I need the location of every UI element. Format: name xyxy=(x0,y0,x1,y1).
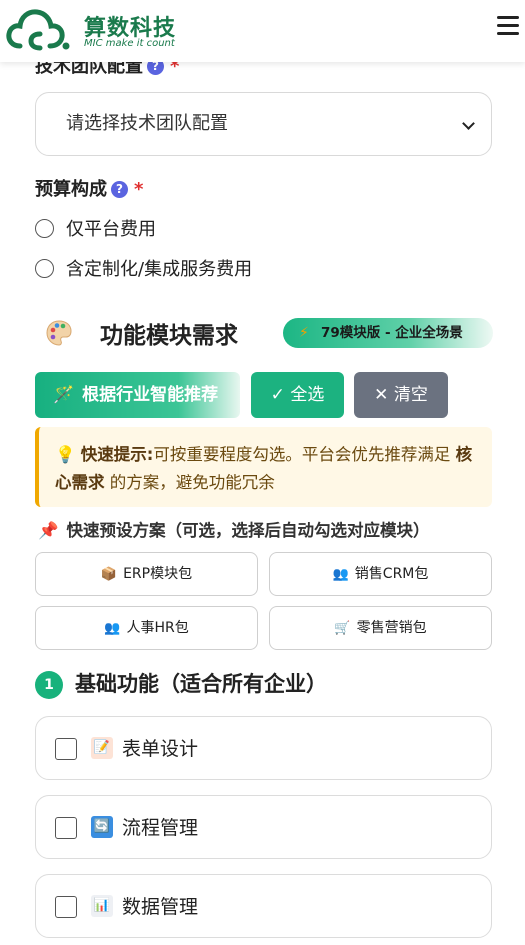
tech-team-select[interactable]: 请选择技术团队配置 xyxy=(35,92,492,156)
chevron-down-icon xyxy=(462,117,475,130)
users-icon: 👥 xyxy=(332,567,349,582)
radio-button[interactable] xyxy=(35,218,54,238)
preset-hr-button[interactable]: 👥 人事HR包 xyxy=(35,606,258,650)
refresh-icon: 🔄 xyxy=(91,816,113,838)
radio-button[interactable] xyxy=(35,258,54,278)
lightbulb-icon: 💡 xyxy=(55,445,76,464)
version-badge: ⚡ 79模块版 - 企业全场景 xyxy=(283,318,493,348)
palette-icon xyxy=(46,320,72,346)
top-header: 算数科技 MIC make it count xyxy=(0,0,525,62)
required-mark: * xyxy=(134,179,144,200)
magic-wand-icon: 🪄 xyxy=(53,385,75,405)
users-icon: 👥 xyxy=(104,621,121,636)
shopping-cart-icon: 🛒 xyxy=(334,621,351,636)
select-all-button[interactable]: ✓ 全选 xyxy=(251,372,344,418)
module-data-management[interactable]: 📊 数据管理 xyxy=(35,874,492,938)
budget-option-platform[interactable]: 仅平台费用 xyxy=(35,216,156,240)
bar-chart-icon: 📊 xyxy=(91,895,113,917)
preset-retail-button[interactable]: 🛒 零售营销包 xyxy=(269,606,492,650)
checkbox[interactable] xyxy=(55,896,77,918)
module-form-design[interactable]: 📝 表单设计 xyxy=(35,716,492,780)
budget-label: 预算构成? * xyxy=(35,179,144,200)
budget-option-custom[interactable]: 含定制化/集成服务费用 xyxy=(35,256,252,280)
brand-tagline: MIC make it count xyxy=(84,38,175,49)
lightning-icon: ⚡ xyxy=(299,325,309,341)
cloud-logo-icon xyxy=(6,9,70,51)
group-number-badge: 1 xyxy=(35,671,63,699)
module-process-management[interactable]: 🔄 流程管理 xyxy=(35,795,492,859)
group-title: 基础功能（适合所有企业） xyxy=(75,672,327,696)
memo-icon: 📝 xyxy=(91,737,113,759)
checkbox[interactable] xyxy=(55,817,77,839)
help-icon[interactable]: ? xyxy=(111,181,128,198)
pin-icon: 📌 xyxy=(38,521,59,540)
quick-tip-box: 💡 快速提示:可按重要程度勾选。平台会优先推荐满足 核心需求 的方案，避免功能冗… xyxy=(35,427,492,507)
smart-recommend-button[interactable]: 🪄 根据行业智能推荐 xyxy=(35,372,240,418)
checkbox[interactable] xyxy=(55,738,77,760)
preset-erp-button[interactable]: 📦 ERP模块包 xyxy=(35,552,258,596)
cube-icon: 📦 xyxy=(100,567,118,582)
form-content: 技术团队配置? * 请选择技术团队配置 预算构成? * 仅平台费用 含定制化/集成服… xyxy=(0,0,525,945)
preset-crm-button[interactable]: 👥 销售CRM包 xyxy=(269,552,492,596)
clear-button[interactable]: ✕ 清空 xyxy=(354,372,448,418)
preset-title: 📌 快速预设方案（可选，选择后自动勾选对应模块） xyxy=(38,521,430,540)
menu-icon[interactable] xyxy=(497,16,519,36)
modules-section-title: 功能模块需求 xyxy=(100,323,238,349)
